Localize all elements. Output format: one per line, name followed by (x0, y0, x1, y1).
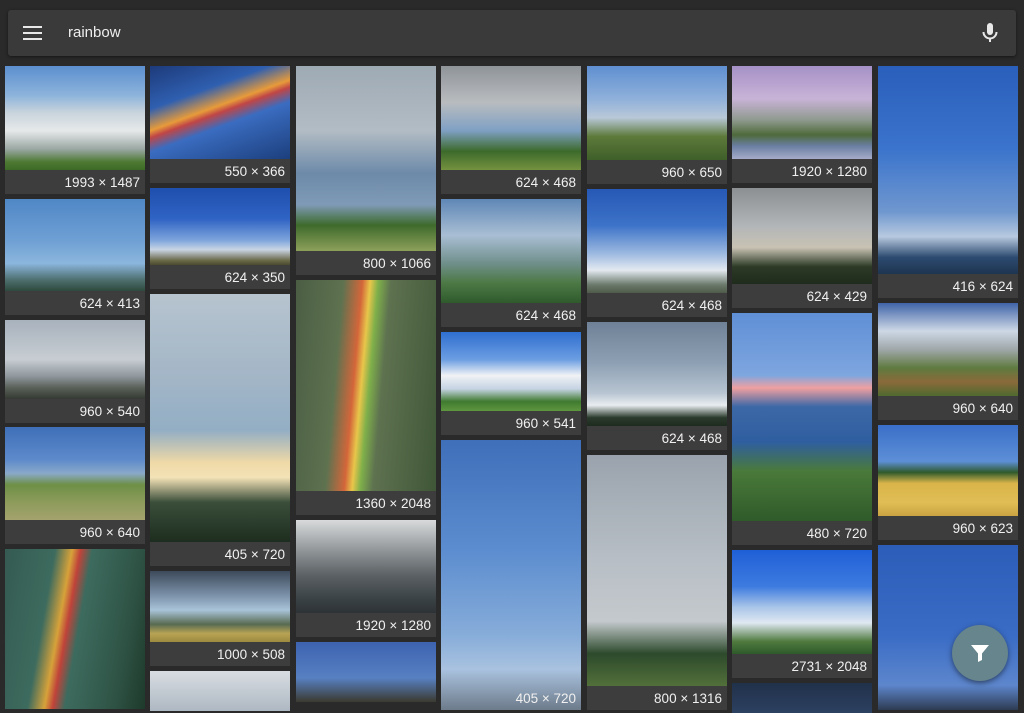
result-tile[interactable] (296, 642, 436, 702)
result-image (150, 188, 290, 265)
result-tile[interactable]: 624 × 468 (587, 322, 727, 450)
result-tile[interactable]: 960 × 541 (441, 332, 581, 435)
filter-icon (971, 645, 989, 662)
result-image (5, 549, 145, 709)
image-dimensions: 480 × 720 (806, 526, 867, 541)
result-image (150, 294, 290, 542)
result-image (878, 303, 1018, 396)
filter-button[interactable] (952, 625, 1008, 681)
result-tile[interactable]: 624 × 468 (441, 199, 581, 327)
image-dimensions: 624 × 468 (661, 431, 722, 446)
result-tile[interactable]: 960 × 540 (5, 320, 145, 423)
image-dimensions: 624 × 350 (224, 270, 285, 285)
image-dimensions: 960 × 623 (952, 521, 1013, 536)
result-tile[interactable]: 624 × 429 (732, 188, 872, 308)
image-dimensions: 624 × 468 (515, 308, 576, 323)
result-image (5, 199, 145, 291)
image-dimensions: 550 × 366 (224, 164, 285, 179)
image-dimensions: 1000 × 508 (217, 647, 285, 662)
result-image (732, 188, 872, 284)
result-image (878, 545, 1018, 710)
result-tile[interactable]: 1993 × 1487 (5, 66, 145, 194)
result-image (732, 313, 872, 521)
result-image (587, 455, 727, 686)
result-image (296, 642, 436, 702)
image-dimensions: 416 × 624 (952, 279, 1013, 294)
image-dimensions: 960 × 541 (515, 416, 576, 431)
image-dimensions: 800 × 1316 (654, 691, 722, 706)
image-dimensions: 960 × 640 (952, 401, 1013, 416)
search-bar: rainbow (8, 10, 1016, 56)
result-tile[interactable]: 624 × 350 (150, 188, 290, 289)
result-image (732, 550, 872, 654)
result-image (878, 425, 1018, 516)
result-tile[interactable] (732, 683, 872, 713)
result-tile[interactable] (878, 545, 1018, 710)
result-image (150, 66, 290, 159)
result-image (587, 189, 727, 293)
result-image (878, 66, 1018, 274)
search-input[interactable]: rainbow (68, 10, 948, 56)
result-tile[interactable]: 416 × 624 (878, 66, 1018, 298)
result-tile[interactable]: 1000 × 508 (150, 571, 290, 666)
result-tile[interactable]: 800 × 1316 (587, 455, 727, 710)
result-tile[interactable]: 800 × 1066 (296, 66, 436, 275)
menu-icon[interactable] (22, 22, 44, 44)
image-dimensions: 624 × 468 (661, 298, 722, 313)
result-tile[interactable] (150, 671, 290, 711)
image-dimensions: 624 × 429 (806, 289, 867, 304)
result-image (441, 440, 581, 710)
result-tile[interactable]: 960 × 623 (878, 425, 1018, 540)
image-dimensions: 624 × 468 (515, 175, 576, 190)
result-tile[interactable]: 2731 × 2048 (732, 550, 872, 678)
image-dimensions: 2731 × 2048 (791, 659, 867, 674)
result-tile[interactable]: 405 × 720 (150, 294, 290, 566)
image-dimensions: 1360 × 2048 (355, 496, 431, 511)
result-tile[interactable]: 960 × 640 (878, 303, 1018, 420)
image-dimensions: 960 × 540 (79, 404, 140, 419)
result-image (441, 332, 581, 411)
image-dimensions: 405 × 720 (224, 547, 285, 562)
result-tile[interactable]: 1920 × 1280 (296, 520, 436, 637)
result-image (150, 571, 290, 642)
image-dimensions: 624 × 413 (79, 296, 140, 311)
result-image (587, 66, 727, 160)
result-image (441, 199, 581, 303)
result-image (296, 520, 436, 613)
image-dimensions: 960 × 650 (661, 165, 722, 180)
result-image (296, 66, 436, 251)
result-tile[interactable]: 960 × 640 (5, 427, 145, 544)
result-tile[interactable] (5, 549, 145, 709)
image-dimensions: 1993 × 1487 (64, 175, 140, 190)
result-image (150, 671, 290, 711)
image-dimensions: 1920 × 1280 (791, 164, 867, 179)
image-dimensions: 405 × 720 (515, 691, 576, 706)
results-grid: 1993 × 1487 624 × 413 960 × 540 960 × 64… (0, 0, 1024, 713)
result-image (587, 322, 727, 426)
result-tile[interactable]: 480 × 720 (732, 313, 872, 545)
result-tile[interactable]: 405 × 720 (441, 440, 581, 710)
result-image (5, 427, 145, 520)
result-tile[interactable]: 1920 × 1280 (732, 66, 872, 183)
result-image (296, 280, 436, 491)
result-image (5, 66, 145, 170)
image-dimensions: 960 × 640 (79, 525, 140, 540)
image-dimensions: 800 × 1066 (363, 256, 431, 271)
mic-icon[interactable] (978, 21, 1002, 45)
result-tile[interactable]: 550 × 366 (150, 66, 290, 183)
result-tile[interactable]: 624 × 468 (441, 66, 581, 194)
result-tile[interactable]: 624 × 413 (5, 199, 145, 315)
result-image (732, 66, 872, 159)
result-image (5, 320, 145, 399)
result-image (732, 683, 872, 713)
result-tile[interactable]: 960 × 650 (587, 66, 727, 184)
result-tile[interactable]: 1360 × 2048 (296, 280, 436, 515)
result-tile[interactable]: 624 × 468 (587, 189, 727, 317)
result-image (441, 66, 581, 170)
image-dimensions: 1920 × 1280 (355, 618, 431, 633)
